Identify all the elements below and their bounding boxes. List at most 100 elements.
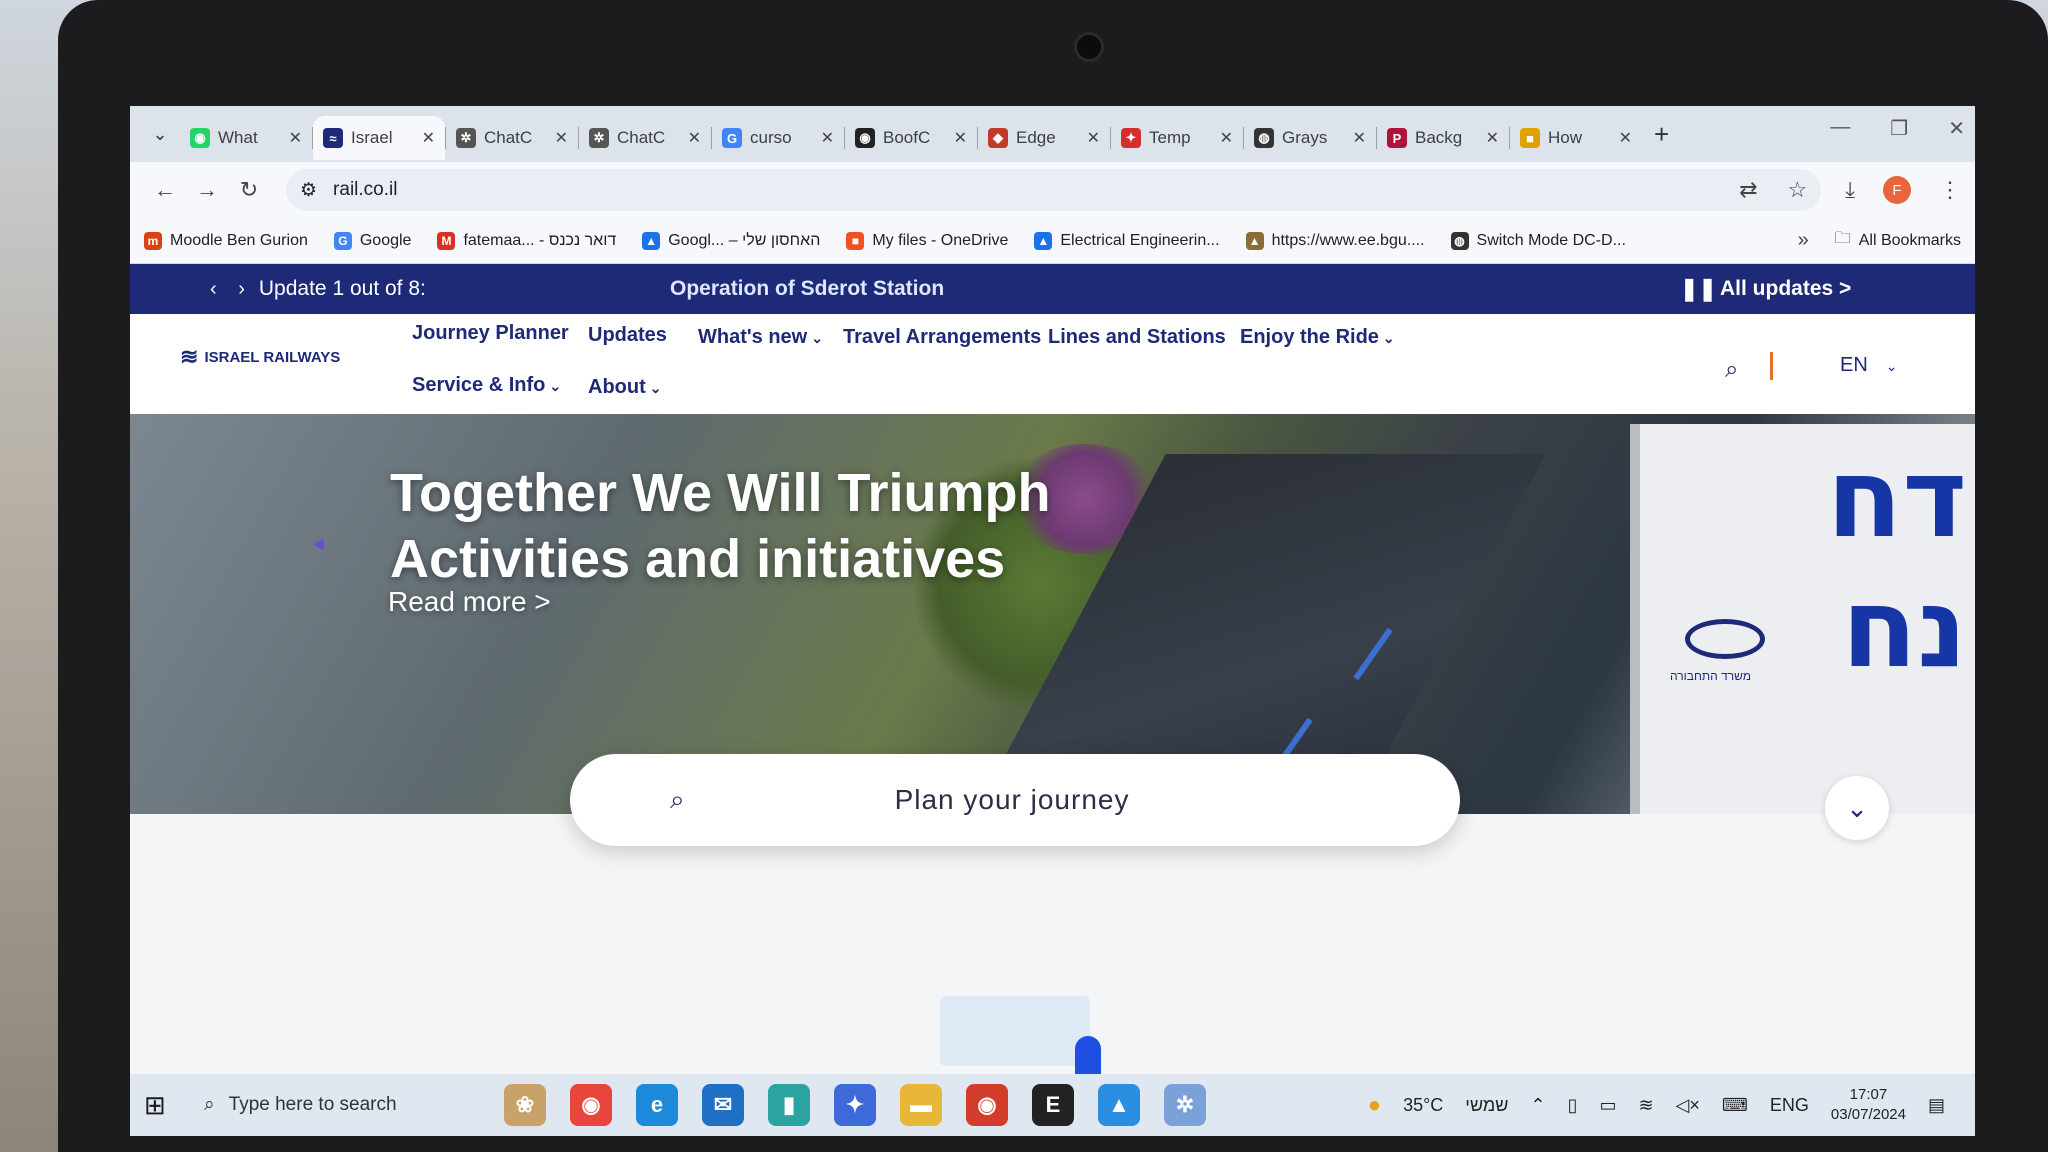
browser-tab[interactable]: P Backg ✕ xyxy=(1377,116,1509,160)
battery-icon[interactable]: ▭ xyxy=(1599,1095,1616,1116)
bookmark-item[interactable]: ▲ https://www.ee.bgu.... xyxy=(1245,231,1425,250)
clock[interactable]: 17:07 03/07/2024 xyxy=(1831,1085,1906,1125)
browser-tab[interactable]: ◉ What ✕ xyxy=(180,116,312,160)
ministry-logo-icon xyxy=(1685,619,1765,659)
back-icon[interactable]: ← xyxy=(144,177,186,203)
close-tab-icon[interactable]: ✕ xyxy=(1619,128,1632,148)
scroll-down-button[interactable]: ⌄ xyxy=(1825,776,1889,840)
download-icon[interactable]: ⤓ xyxy=(1845,177,1855,203)
browser-tab[interactable]: ✦ Temp ✕ xyxy=(1111,116,1243,160)
globe-icon: ◍ xyxy=(1254,128,1274,148)
close-tab-icon[interactable]: ✕ xyxy=(1486,128,1499,148)
nav-enjoy-ride[interactable]: Enjoy the Ride ⌄ xyxy=(1240,326,1395,349)
chatgpt-icon: ✲ xyxy=(589,128,609,148)
address-bar[interactable]: ⚙ rail.co.il ⇄ ☆ xyxy=(286,169,1822,211)
nav-lines-stations[interactable]: Lines and Stations xyxy=(1048,326,1226,349)
close-window-icon[interactable]: ✕ xyxy=(1948,116,1965,141)
windows-start-icon[interactable]: ⊞ xyxy=(144,1090,184,1121)
close-tab-icon[interactable]: ✕ xyxy=(422,128,435,148)
keyboard-icon[interactable]: ⌨ xyxy=(1722,1095,1748,1116)
browser-tab[interactable]: Gcurso ✕ xyxy=(712,116,844,160)
close-tab-icon[interactable]: ✕ xyxy=(1087,128,1100,148)
journey-placeholder: Plan your journey xyxy=(894,784,1130,815)
wifi-icon[interactable]: ≋ xyxy=(1638,1095,1653,1116)
browser-tab[interactable]: ≈ Israel ✕ xyxy=(313,116,445,160)
language-selector[interactable]: EN ⌄ xyxy=(1840,354,1898,377)
train-logo-icon: ≋ xyxy=(180,344,199,369)
chevron-up-icon[interactable]: ⌃ xyxy=(1530,1095,1545,1116)
all-updates-link[interactable]: All updates > xyxy=(1720,277,1851,301)
nav-travel-arrangements[interactable]: Travel Arrangements xyxy=(843,326,1041,349)
browser-tab[interactable]: ◉ BoofC ✕ xyxy=(845,116,977,160)
browser-tab[interactable]: ◆ Edge ✕ xyxy=(978,116,1110,160)
profile-avatar[interactable]: F xyxy=(1883,176,1911,204)
bookmark-item[interactable]: G Google xyxy=(333,231,411,250)
close-tab-icon[interactable]: ✕ xyxy=(821,128,834,148)
epic-games-icon[interactable]: E xyxy=(1032,1084,1074,1126)
read-more-link[interactable]: Read more > xyxy=(388,586,551,618)
bookmark-item[interactable]: ▲ Googl... – האחסון שלי xyxy=(642,231,820,250)
volume-muted-icon[interactable]: ◁× xyxy=(1676,1095,1700,1116)
device-icon[interactable]: ▯ xyxy=(1568,1095,1578,1116)
app-icon[interactable]: ▮ xyxy=(768,1084,810,1126)
reload-icon[interactable]: ↻ xyxy=(228,177,270,203)
nav-divider xyxy=(1770,352,1773,380)
restore-icon[interactable]: ❐ xyxy=(1890,116,1908,141)
edge-extension-icon: ◆ xyxy=(988,128,1008,148)
forward-icon[interactable]: → xyxy=(186,177,228,203)
browser-tab[interactable]: ✲ ChatC ✕ xyxy=(446,116,578,160)
minimize-icon[interactable]: — xyxy=(1830,116,1850,141)
bookmark-item[interactable]: m Moodle Ben Gurion xyxy=(144,231,308,250)
close-tab-icon[interactable]: ✕ xyxy=(289,128,302,148)
journey-search-box[interactable]: ⌕ Plan your journey xyxy=(570,754,1460,846)
input-language[interactable]: ENG xyxy=(1770,1095,1809,1116)
store-icon[interactable]: ✦ xyxy=(834,1084,876,1126)
browser-tab[interactable]: ✲ ChatC ✕ xyxy=(579,116,711,160)
widgets-icon[interactable]: ❀ xyxy=(504,1084,546,1126)
menu-kebab-icon[interactable]: ⋮ xyxy=(1939,177,1961,203)
close-tab-icon[interactable]: ✕ xyxy=(954,128,967,148)
bookmark-favicon-icon: m xyxy=(144,231,162,250)
nav-journey-planner[interactable]: Journey Planner xyxy=(412,322,569,345)
nav-whats-new[interactable]: What's new ⌄ xyxy=(698,326,823,349)
browser-tab[interactable]: ◍ Grays ✕ xyxy=(1244,116,1376,160)
bookmark-item[interactable]: ■ My files - OneDrive xyxy=(846,231,1008,250)
bookmark-star-icon[interactable]: ☆ xyxy=(1788,177,1808,203)
update-title-link[interactable]: Operation of Sderot Station xyxy=(670,277,944,301)
photos-icon[interactable]: ▲ xyxy=(1098,1084,1140,1126)
tab-search-button[interactable]: ⌄ xyxy=(140,116,180,152)
nav-about[interactable]: About ⌄ xyxy=(588,376,662,399)
settings-icon[interactable]: ✲ xyxy=(1164,1084,1206,1126)
mail-icon[interactable]: ✉ xyxy=(702,1084,744,1126)
new-tab-button[interactable]: + xyxy=(1654,119,1669,150)
edge-icon[interactable]: e xyxy=(636,1084,678,1126)
bookmark-item[interactable]: ▲ Electrical Engineerin... xyxy=(1034,231,1220,250)
chrome-icon[interactable]: ◉ xyxy=(570,1084,612,1126)
taskbar-search[interactable]: ⌕ Type here to search xyxy=(204,1083,464,1127)
omnibox-actions: ⇄ ☆ xyxy=(1739,177,1807,203)
file-explorer-icon[interactable]: ▬ xyxy=(900,1084,942,1126)
close-tab-icon[interactable]: ✕ xyxy=(555,128,568,148)
bookmarks-overflow-icon[interactable]: » xyxy=(1798,229,1809,252)
browser-tab[interactable]: ■ How ✕ xyxy=(1510,116,1642,160)
nav-updates[interactable]: Updates xyxy=(588,324,667,347)
search-icon[interactable]: ⌕ xyxy=(1725,356,1738,384)
all-bookmarks-button[interactable]: 🗀 All Bookmarks xyxy=(1835,227,1961,254)
weather-sun-icon[interactable]: ● xyxy=(1368,1092,1381,1118)
site-info-icon[interactable]: ⚙ xyxy=(300,179,317,202)
pause-icon[interactable]: ❚❚ xyxy=(1680,276,1717,302)
close-tab-icon[interactable]: ✕ xyxy=(1220,128,1233,148)
bookmark-item[interactable]: Mfatemaa... - דואר נכנס xyxy=(437,231,616,250)
bookmark-item[interactable]: ◍ Switch Mode DC-D... xyxy=(1450,231,1626,250)
chrome-profile-icon[interactable]: ◉ xyxy=(966,1084,1008,1126)
close-tab-icon[interactable]: ✕ xyxy=(1353,128,1366,148)
notifications-icon[interactable]: ▤ xyxy=(1928,1095,1945,1116)
nav-service-info[interactable]: Service & Info ⌄ xyxy=(412,374,561,397)
israel-railways-logo[interactable]: ≋ ISRAEL RAILWAYS xyxy=(180,344,340,370)
nav-service-label: Service & Info xyxy=(412,374,546,396)
translate-icon[interactable]: ⇄ xyxy=(1739,177,1757,203)
tab-title: Grays xyxy=(1282,128,1328,147)
close-tab-icon[interactable]: ✕ xyxy=(688,128,701,148)
update-prev-next[interactable]: ‹ › xyxy=(210,278,253,301)
p-icon: P xyxy=(1387,128,1407,148)
